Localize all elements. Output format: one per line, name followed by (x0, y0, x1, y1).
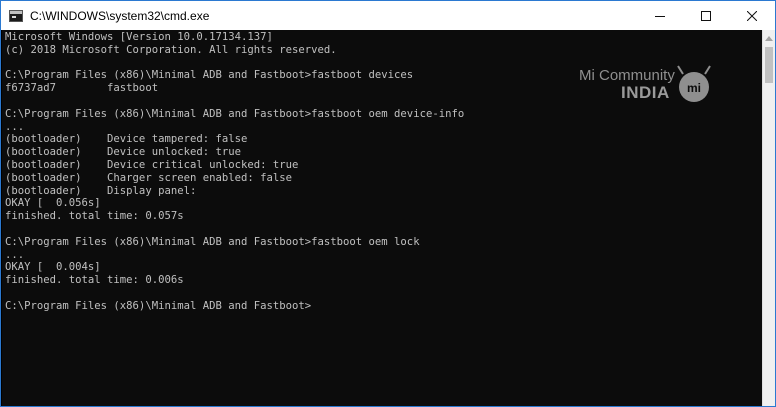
maximize-icon (701, 10, 711, 21)
minimize-button[interactable] (637, 1, 683, 30)
console-line: (bootloader) Device unlocked: true (5, 146, 241, 159)
scroll-up-button[interactable] (763, 30, 775, 46)
console-line: (c) 2018 Microsoft Corporation. All righ… (5, 43, 337, 56)
cmd-console-icon[interactable] (9, 9, 23, 22)
console-line: (bootloader) Charger screen enabled: fal… (5, 171, 293, 184)
console-line: C:\Program Files (x86)\Minimal ADB and F… (5, 299, 312, 312)
console-line: (bootloader) Display panel: (5, 184, 197, 197)
console-line: OKAY [ 0.004s] (5, 261, 101, 274)
vertical-scrollbar[interactable] (762, 30, 775, 406)
console-output[interactable]: Microsoft Windows [Version 10.0.17134.13… (2, 30, 763, 406)
window-controls (637, 1, 775, 30)
console-line: OKAY [ 0.056s] (5, 197, 101, 210)
console-line: C:\Program Files (x86)\Minimal ADB and F… (5, 69, 414, 82)
window-title: C:\WINDOWS\system32\cmd.exe (30, 8, 210, 23)
cmd-window: C:\WINDOWS\system32\cmd.exe Microsoft Wi… (0, 0, 776, 407)
close-icon (747, 10, 757, 21)
maximize-button[interactable] (683, 1, 729, 30)
console-line: f6737ad7 fastboot (5, 82, 159, 95)
scroll-up-arrow-icon (765, 35, 773, 41)
console-line: C:\Program Files (x86)\Minimal ADB and F… (5, 235, 420, 248)
console-line: (bootloader) Device tampered: false (5, 133, 248, 146)
console-line: Microsoft Windows [Version 10.0.17134.13… (5, 31, 273, 43)
console-line: ... (5, 248, 25, 261)
title-bar[interactable]: C:\WINDOWS\system32\cmd.exe (1, 1, 775, 30)
console-line: finished. total time: 0.006s (5, 274, 184, 287)
console-line: C:\Program Files (x86)\Minimal ADB and F… (5, 107, 465, 120)
console-line: finished. total time: 0.057s (5, 210, 184, 223)
console-line: ... (5, 120, 25, 133)
close-button[interactable] (729, 1, 775, 30)
minimize-icon (655, 15, 665, 17)
scroll-thumb[interactable] (765, 47, 773, 83)
console-line: (bootloader) Device critical unlocked: t… (5, 158, 299, 171)
